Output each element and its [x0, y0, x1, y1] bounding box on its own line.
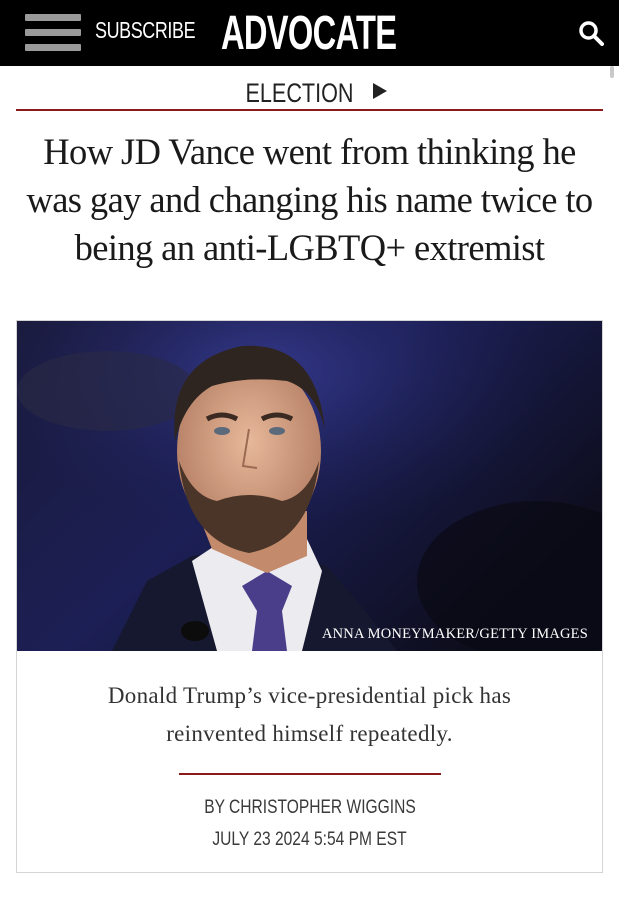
hamburger-menu-icon[interactable]: [25, 14, 81, 52]
publish-date: JULY 23 2024 5:54 PM EST: [17, 829, 602, 851]
article-dek: Donald Trump’s vice-presidential pick ha…: [107, 683, 512, 746]
photo-credit: ANNA MONEYMAKER/GETTY IMAGES: [321, 626, 588, 642]
article-card: ANNA MONEYMAKER/GETTY IMAGES Donald Trum…: [16, 320, 603, 873]
site-logo[interactable]: ADVOCATE: [221, 6, 397, 61]
article-headline: How JD Vance went from thinking he was g…: [26, 131, 593, 268]
byline[interactable]: BY CHRISTOPHER WIGGINS: [17, 797, 602, 819]
article-photo: [17, 321, 602, 651]
byline-text: BY CHRISTOPHER WIGGINS: [203, 797, 416, 818]
byline-divider: [179, 773, 441, 775]
publish-date-text: JULY 23 2024 5:54 PM EST: [212, 829, 407, 850]
subscribe-link[interactable]: SUBSCRIBE: [95, 17, 196, 44]
section-label: ELECTION: [245, 78, 354, 108]
top-nav-bar: SUBSCRIBE ADVOCATE: [0, 0, 619, 66]
section-divider: [16, 109, 603, 111]
play-arrow-icon: [373, 83, 388, 99]
portrait-photo-illustration: [17, 321, 602, 651]
scrollbar[interactable]: [610, 66, 614, 78]
search-icon[interactable]: [578, 20, 604, 46]
section-link-election[interactable]: ELECTION: [0, 78, 619, 108]
